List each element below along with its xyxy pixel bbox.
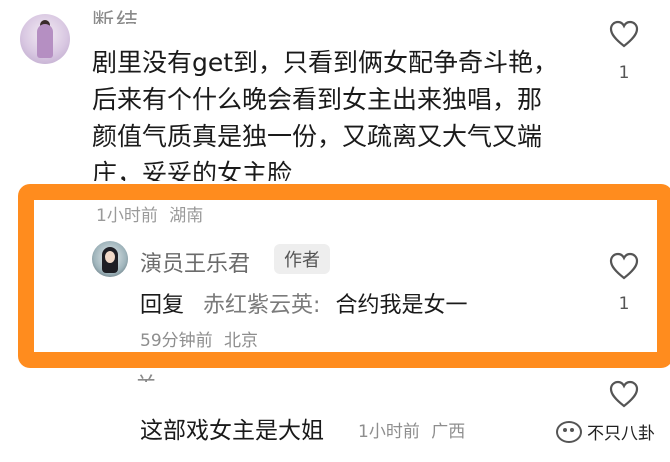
comment-location: 广西 xyxy=(431,422,466,442)
wechat-icon xyxy=(556,420,582,443)
comment-username[interactable]: 断结… xyxy=(92,4,164,24)
avatar[interactable] xyxy=(20,14,70,64)
comment-time: 1小时前 xyxy=(358,422,420,442)
heart-icon[interactable] xyxy=(609,380,639,408)
watermark-text: 不只八卦 xyxy=(587,424,655,444)
heart-icon[interactable] xyxy=(609,20,639,48)
highlight-frame xyxy=(18,184,670,368)
watermark: 不只八卦 xyxy=(556,419,655,444)
like-count: 1 xyxy=(618,63,630,83)
avatar-figure xyxy=(37,24,53,58)
comment-username[interactable]: 关… xyxy=(135,368,275,382)
comment-text: 剧里没有get到，只看到俩女配争奇斗艳，后来有个什么晚会看到女主出来独唱，那颜值… xyxy=(92,48,559,181)
comment-text: 这部戏女主是大姐 xyxy=(140,418,324,444)
comment-meta: 1小时前 广西 xyxy=(358,417,465,442)
